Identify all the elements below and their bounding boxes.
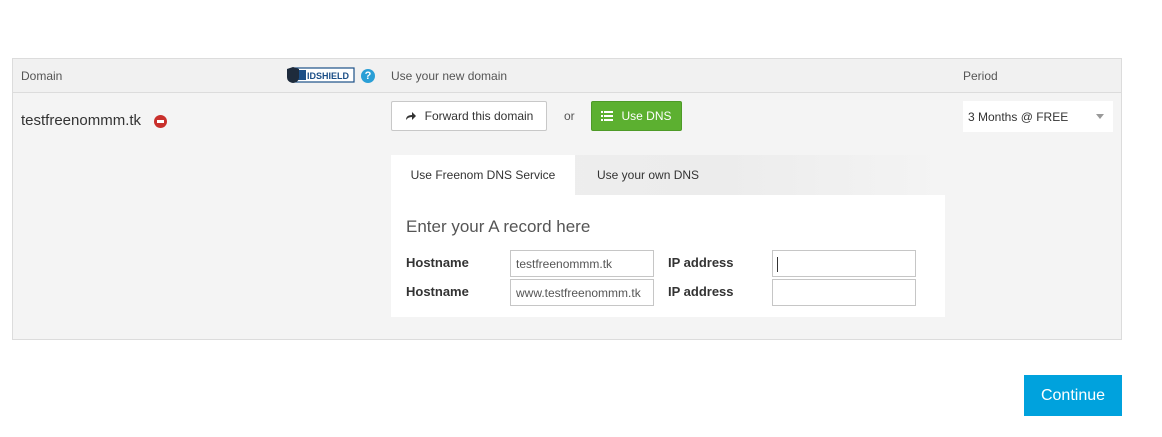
period-column-header: Period (963, 69, 998, 83)
ip-address-input-2[interactable] (772, 279, 916, 306)
help-icon[interactable]: ? (361, 69, 375, 83)
tab-freenom-dns[interactable]: Use Freenom DNS Service (391, 155, 575, 195)
tab-own-dns[interactable]: Use your own DNS (597, 155, 699, 195)
tab-own-dns-label: Use your own DNS (597, 168, 700, 182)
ip-address-label-1: IP address (668, 255, 734, 270)
ip-address-label-2: IP address (668, 284, 734, 299)
tab-freenom-dns-label: Use Freenom DNS Service (410, 168, 556, 182)
period-select[interactable]: 3 Months @ FREE (963, 101, 1113, 132)
or-text: or (564, 109, 575, 123)
text-cursor (777, 257, 778, 272)
domain-panel: Domain IDSHIELD ? Use your new domain Pe… (12, 58, 1122, 340)
hostname-label-1: Hostname (406, 255, 469, 270)
forward-domain-button[interactable]: Forward this domain (391, 101, 547, 131)
ip-address-input-1[interactable] (772, 250, 916, 277)
use-dns-button[interactable]: Use DNS (591, 101, 682, 131)
a-record-title: Enter your A record here (406, 217, 591, 236)
hostname-input-2[interactable] (510, 279, 654, 306)
domain-name: testfreenommm.tk (21, 112, 142, 129)
period-selected-value: 3 Months @ FREE (968, 110, 1069, 124)
list-icon (601, 111, 614, 121)
a-record-form: Enter your A record here Hostname IP add… (391, 195, 945, 317)
dns-tabs: Use Freenom DNS Service Use your own DNS (391, 155, 945, 195)
chevron-down-icon (1096, 114, 1104, 119)
table-header: Domain IDSHIELD ? Use your new domain Pe… (13, 59, 1121, 93)
remove-icon[interactable] (154, 115, 167, 128)
continue-button[interactable]: Continue (1024, 375, 1122, 416)
forward-domain-label: Forward this domain (424, 109, 534, 123)
domain-column-header: Domain (21, 69, 63, 83)
hostname-input-1[interactable] (510, 250, 654, 277)
hostname-label-2: Hostname (406, 284, 469, 299)
use-dns-label: Use DNS (621, 109, 672, 123)
new-domain-column-header: Use your new domain (391, 69, 508, 83)
forward-arrow-icon (405, 112, 416, 120)
idshield-logo-icon: IDSHIELD (287, 67, 355, 83)
idshield-logo-text: IDSHIELD (307, 71, 350, 81)
